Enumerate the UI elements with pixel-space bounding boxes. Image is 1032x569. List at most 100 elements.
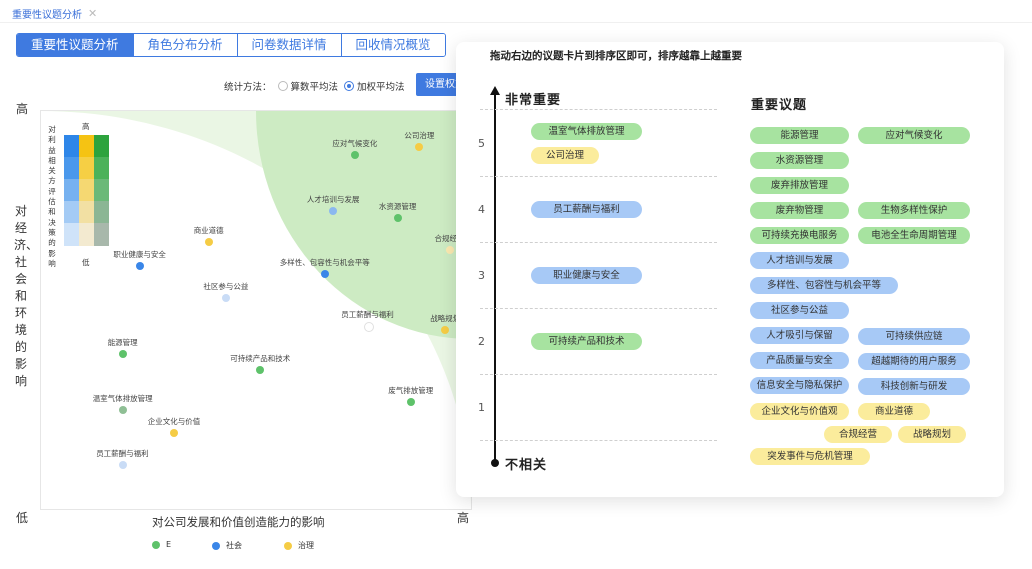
heatmap-legend [64, 135, 109, 246]
issue-card[interactable]: 应对气候变化 [858, 127, 970, 144]
data-point-label: 多样性、包容性与机会平等 [279, 258, 370, 268]
legend-item-e[interactable]: E [152, 540, 171, 549]
rank-divider [480, 176, 717, 177]
radio-circle-icon [277, 81, 288, 91]
legend-dot-icon [284, 541, 292, 550]
issue-card[interactable]: 合规经营 [824, 426, 892, 443]
radio-label: 加权平均法 [357, 82, 405, 93]
legend-label: 社会 [226, 541, 242, 550]
issue-card[interactable]: 多样性、包容性与机会平等 [750, 277, 898, 294]
rank-number: 4 [478, 203, 485, 216]
rank-number: 3 [478, 269, 485, 282]
tab-recovery-overview[interactable]: 回收情况概览 [340, 34, 445, 56]
legend-item-governance[interactable]: 治理 [284, 540, 314, 551]
ranking-instruction: 拖动右边的议题卡片到排序区即可，排序越靠上越重要 [490, 50, 742, 62]
data-point-label: 人才培训与发展 [306, 194, 360, 204]
ranked-issue-card[interactable]: 职业健康与安全 [531, 267, 642, 284]
ranking-axis-arrow [490, 86, 500, 467]
heatmap-legend-low: 低 [82, 258, 90, 267]
analysis-tabs: 重要性议题分析 角色分布分析 问卷数据详情 回收情况概览 [16, 33, 446, 57]
page-tab-label: 重要性议题分析 [12, 10, 82, 21]
data-point[interactable] [118, 405, 127, 414]
rank-number: 5 [478, 137, 485, 150]
y-axis-low: 低 [16, 511, 29, 525]
data-point[interactable] [118, 461, 127, 470]
data-point-label: 能源管理 [107, 337, 138, 347]
ranked-issue-card[interactable]: 公司治理 [531, 147, 599, 164]
issue-card[interactable]: 社区参与公益 [750, 302, 849, 319]
data-point-label: 企业文化与价值 [147, 417, 201, 427]
issue-card[interactable]: 能源管理 [750, 127, 849, 144]
radio-weighted-mean[interactable]: 加权平均法 [344, 79, 405, 93]
issue-card[interactable]: 生物多样性保护 [858, 202, 970, 219]
data-point[interactable] [393, 214, 402, 223]
data-point-label: 水资源管理 [378, 202, 417, 212]
legend-dot-icon [212, 541, 220, 550]
data-point[interactable] [204, 238, 213, 247]
issue-card[interactable]: 企业文化与价值观 [750, 403, 849, 420]
issue-card[interactable]: 可持续供应链 [858, 328, 970, 345]
issue-card[interactable]: 人才吸引与保留 [750, 327, 849, 344]
data-point[interactable] [441, 325, 450, 334]
data-point-label: 废气排放管理 [388, 385, 434, 395]
issue-card[interactable]: 商业道德 [858, 403, 930, 420]
rank-number: 1 [478, 401, 485, 414]
issue-card[interactable]: 产品质量与安全 [750, 352, 849, 369]
data-point[interactable] [406, 397, 415, 406]
ranked-issue-card[interactable]: 可持续产品和技术 [531, 333, 642, 350]
issue-card[interactable]: 可持续充换电服务 [750, 227, 849, 244]
issue-card[interactable]: 废弃物管理 [750, 202, 849, 219]
heatmap-legend-high: 高 [82, 122, 90, 131]
legend-label: 治理 [298, 541, 314, 550]
rank-bottom-label: 不相关 [505, 458, 548, 473]
rank-divider [480, 308, 717, 309]
rank-divider [480, 440, 717, 441]
page-tab[interactable]: 重要性议题分析 ✕ [12, 6, 97, 21]
data-point[interactable] [350, 150, 359, 159]
tab-survey-details[interactable]: 问卷数据详情 [236, 34, 341, 56]
rank-number: 2 [478, 335, 485, 348]
issue-card[interactable]: 科技创新与研发 [858, 378, 970, 395]
tab-role-distribution[interactable]: 角色分布分析 [132, 34, 237, 56]
issue-card[interactable]: 废弃排放管理 [750, 177, 849, 194]
data-point[interactable] [363, 321, 374, 332]
tab-importance-analysis[interactable]: 重要性议题分析 [17, 34, 133, 56]
y-axis-high: 高 [16, 102, 29, 116]
data-point[interactable] [329, 206, 338, 215]
issues-title: 重要议题 [751, 98, 808, 113]
data-point-label: 商业道德 [193, 226, 224, 236]
issue-card[interactable]: 电池全生命周期管理 [858, 227, 970, 244]
radio-arithmetic-mean[interactable]: 算数平均法 [277, 79, 339, 93]
data-point[interactable] [256, 365, 265, 374]
data-point[interactable] [135, 262, 144, 271]
data-point-label: 员工薪酬与福利 [96, 449, 149, 459]
radio-label: 算数平均法 [290, 82, 339, 93]
data-point[interactable] [320, 270, 329, 279]
data-point-label: 社区参与公益 [203, 282, 249, 292]
data-point-label: 应对气候变化 [332, 138, 378, 148]
ranked-issue-card[interactable]: 员工薪酬与福利 [531, 201, 642, 218]
ranked-issue-card[interactable]: 温室气体排放管理 [531, 123, 642, 140]
radio-checked-icon [344, 81, 355, 91]
issue-card[interactable]: 超越期待的用户服务 [858, 353, 970, 370]
issue-card[interactable]: 人才培训与发展 [750, 252, 849, 269]
issue-card[interactable]: 突发事件与危机管理 [750, 448, 870, 465]
data-point[interactable] [118, 349, 127, 358]
legend-dot-icon [152, 540, 160, 549]
data-point-label: 可持续产品和技术 [230, 353, 291, 363]
tab-divider [0, 22, 1032, 23]
data-point-label: 温室气体排放管理 [92, 393, 153, 403]
rank-divider [480, 242, 717, 243]
close-icon[interactable]: ✕ [88, 7, 97, 20]
issue-card[interactable]: 信息安全与隐私保护 [750, 377, 849, 394]
data-point[interactable] [170, 429, 179, 438]
rank-divider [480, 109, 717, 110]
data-point[interactable] [221, 294, 230, 303]
issue-card[interactable]: 战略规划 [898, 426, 966, 443]
data-point[interactable] [415, 142, 424, 151]
data-point[interactable] [445, 246, 454, 255]
data-point-label: 职业健康与安全 [113, 250, 166, 260]
legend-item-social[interactable]: 社会 [212, 540, 242, 551]
issue-card[interactable]: 水资源管理 [750, 152, 849, 169]
stat-method-label: 统计方法： [224, 82, 272, 93]
